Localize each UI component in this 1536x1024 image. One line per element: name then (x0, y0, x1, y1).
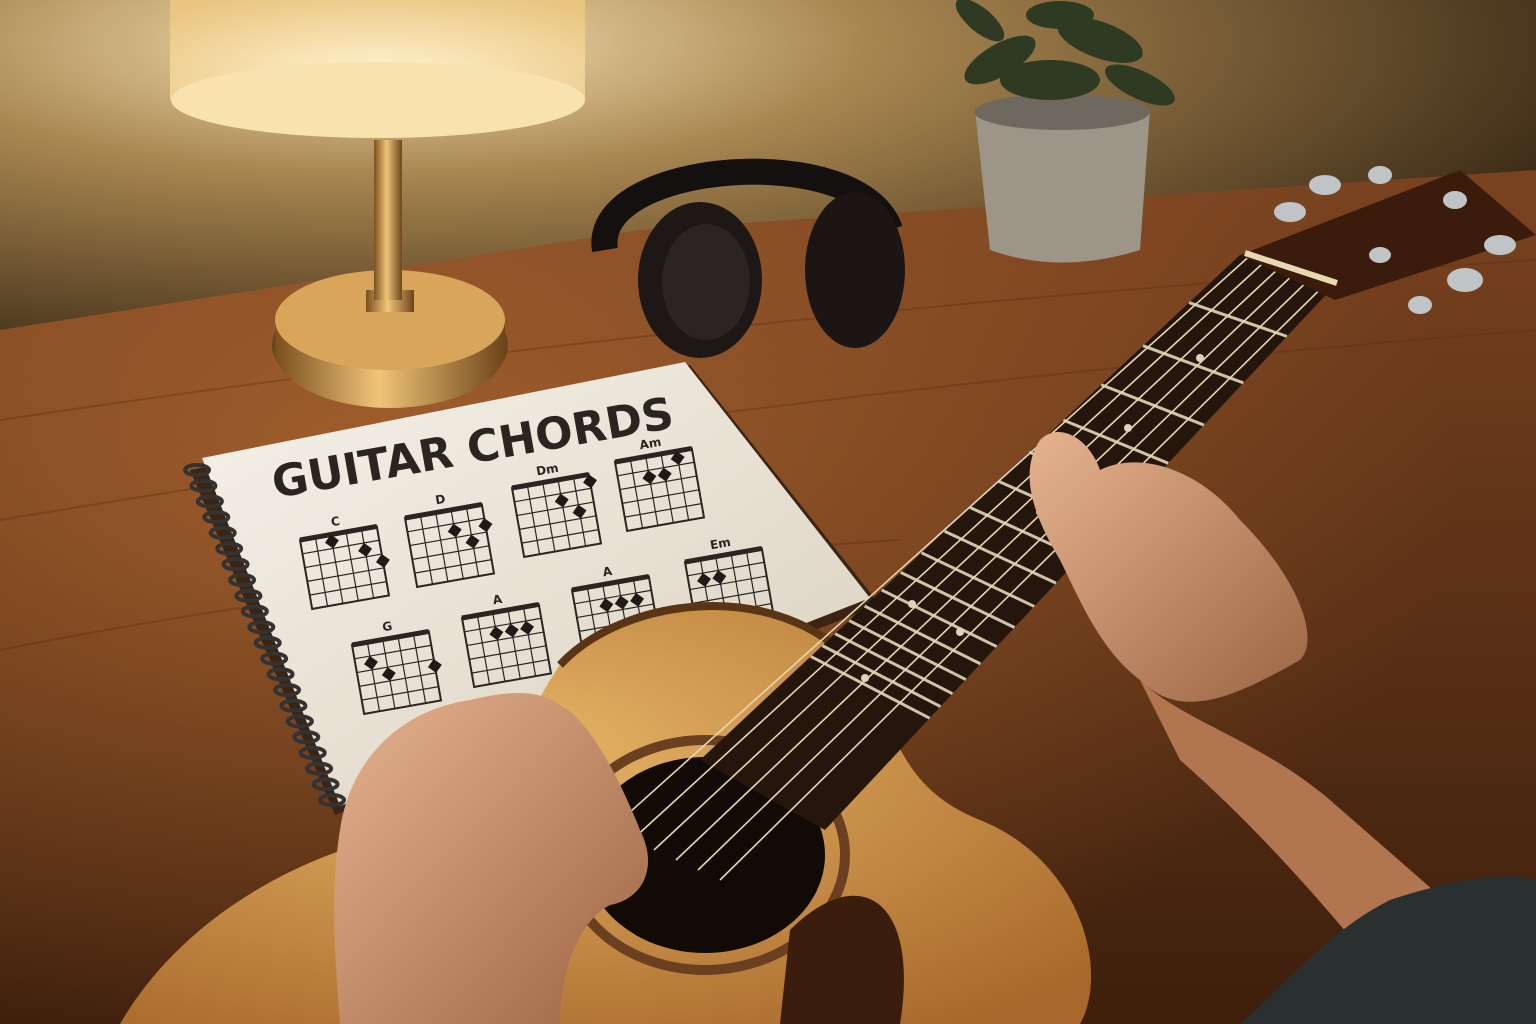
scene: GUITAR CHORDS CDDmAmGAAEm (0, 0, 1536, 1024)
